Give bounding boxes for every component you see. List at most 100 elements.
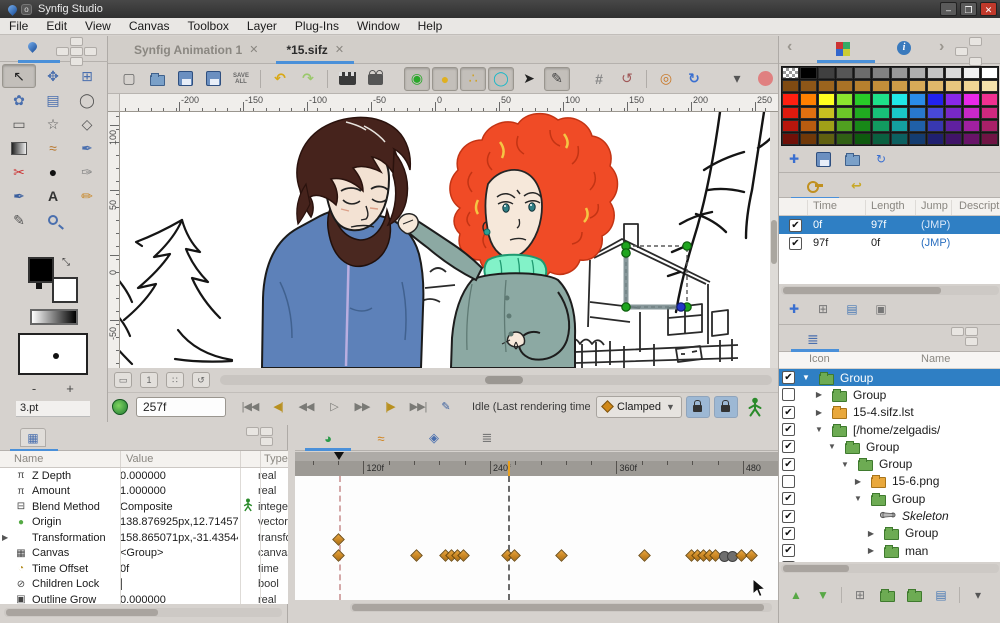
- keyframe-jump-link[interactable]: (JMP): [921, 237, 950, 249]
- parameter-row[interactable]: ▦Canvas<Group>canvas: [0, 546, 288, 562]
- keyframe-row[interactable]: ✔0f97f(JMP): [779, 216, 1000, 234]
- keyframe-row[interactable]: ✔97f0f(JMP): [779, 234, 1000, 252]
- waypoint[interactable]: [410, 549, 423, 562]
- color-swatch[interactable]: [782, 107, 799, 119]
- dock-layout-widget[interactable]: [246, 427, 273, 446]
- layers-scrollbar[interactable]: [781, 564, 999, 573]
- onion-skin-button[interactable]: ◎: [653, 67, 679, 91]
- width-decrease-button[interactable]: -: [26, 381, 42, 396]
- color-swatch[interactable]: [981, 93, 998, 105]
- gradient-tool[interactable]: [2, 136, 36, 160]
- color-swatch[interactable]: [800, 67, 817, 79]
- smooth-move-tool[interactable]: ✥: [36, 64, 70, 88]
- group-layer-button[interactable]: [878, 586, 896, 604]
- document-tab[interactable]: Synfig Animation 1✕: [120, 36, 272, 64]
- expander-icon[interactable]: ▼: [801, 373, 811, 382]
- color-swatch[interactable]: [854, 93, 871, 105]
- swap-colors-icon[interactable]: ⤡: [62, 257, 70, 268]
- toggle-tangent-handles-button[interactable]: ∴: [460, 67, 486, 91]
- layer-checkbox[interactable]: ✔: [782, 406, 795, 419]
- color-swatch[interactable]: [927, 120, 944, 132]
- dock-layout-widget[interactable]: [955, 37, 982, 66]
- cutout-tool[interactable]: ✂: [2, 160, 36, 184]
- rectangle-tool[interactable]: ▭: [2, 112, 36, 136]
- current-time-field[interactable]: [136, 397, 226, 417]
- toggle-rendering-button[interactable]: ▭: [114, 372, 132, 388]
- handle-blue[interactable]: [677, 303, 685, 311]
- color-swatch[interactable]: [818, 67, 835, 79]
- color-swatch[interactable]: [891, 120, 908, 132]
- expander-icon[interactable]: ▼: [840, 460, 850, 469]
- layer-checkbox[interactable]: ✔: [782, 527, 795, 540]
- seek-begin-button[interactable]: |◀◀: [236, 397, 264, 417]
- save-palette-button[interactable]: [814, 150, 832, 168]
- layers-tab-icon[interactable]: ≣: [807, 331, 819, 348]
- color-swatch[interactable]: [800, 133, 817, 145]
- menu-edit[interactable]: Edit: [37, 18, 76, 34]
- refresh-canvas-button[interactable]: ↻: [681, 67, 707, 91]
- color-swatch[interactable]: [909, 120, 926, 132]
- text-tool[interactable]: A: [36, 184, 70, 208]
- layer-checkbox[interactable]: [782, 388, 795, 401]
- color-swatch[interactable]: [963, 93, 980, 105]
- menu-help[interactable]: Help: [409, 18, 452, 34]
- color-swatch[interactable]: [782, 80, 799, 92]
- low-res-button[interactable]: 1: [140, 372, 158, 388]
- tab-timetrack[interactable]: ◕: [313, 428, 343, 448]
- remove-keyframe-button[interactable]: ▤: [843, 300, 861, 318]
- layer-row[interactable]: ▶Group: [779, 386, 1000, 403]
- refresh-view-button[interactable]: ↺: [192, 372, 210, 388]
- waypoint[interactable]: [638, 549, 651, 562]
- layer-row[interactable]: ✔▼Group: [779, 455, 1000, 472]
- color-swatch[interactable]: [818, 107, 835, 119]
- scale-tool[interactable]: ✿: [2, 88, 36, 112]
- layer-row[interactable]: ✔▼Group: [779, 490, 1000, 507]
- line-width-field[interactable]: 3.pt: [16, 401, 90, 417]
- color-swatch[interactable]: [854, 133, 871, 145]
- more-options-button[interactable]: ▾: [724, 67, 750, 91]
- color-swatch[interactable]: [945, 80, 962, 92]
- color-swatch[interactable]: [818, 120, 835, 132]
- brush-tool[interactable]: ✒: [2, 184, 36, 208]
- selection-overlay[interactable]: [622, 242, 691, 311]
- color-swatch[interactable]: [927, 80, 944, 92]
- color-swatch[interactable]: [836, 67, 853, 79]
- layer-row[interactable]: ✔▼Group: [779, 438, 1000, 455]
- seek-prev-keyframe-button[interactable]: ◀|: [264, 397, 292, 417]
- layer-row[interactable]: ✔▼Group: [779, 369, 1000, 386]
- spline-tool[interactable]: ≈: [36, 136, 70, 160]
- color-swatch[interactable]: [909, 80, 926, 92]
- draw-tool[interactable]: ✒: [70, 136, 104, 160]
- menu-plugins[interactable]: Plug-Ins: [286, 18, 348, 34]
- waypoint[interactable]: [746, 549, 759, 562]
- width-increase-button[interactable]: +: [62, 381, 78, 396]
- expander-icon[interactable]: ▼: [853, 494, 863, 503]
- color-swatch[interactable]: [945, 67, 962, 79]
- color-swatch[interactable]: [963, 80, 980, 92]
- parameter-row[interactable]: ⊟Blend MethodCompositeinteger: [0, 499, 288, 515]
- dock-next-icon[interactable]: ›: [939, 38, 944, 56]
- timetrack-scrollbar[interactable]: [350, 603, 772, 612]
- tab-metadata[interactable]: ◈: [419, 428, 449, 448]
- save-all-button[interactable]: SAVE ALL: [228, 67, 254, 91]
- layer-row[interactable]: [779, 559, 1000, 562]
- color-swatch[interactable]: [854, 107, 871, 119]
- color-swatch[interactable]: [782, 93, 799, 105]
- time-cursor-mark[interactable]: [508, 461, 510, 476]
- parameter-row[interactable]: πZ Depth0.000000real: [0, 468, 288, 484]
- star-tool[interactable]: ☆: [36, 112, 70, 136]
- waypoint[interactable]: [332, 533, 345, 546]
- paintbrush-tool[interactable]: ✎: [2, 208, 36, 232]
- time-ruler[interactable]: 120f240f360f480: [295, 461, 778, 476]
- duplicate-keyframe-button[interactable]: ⊞: [814, 300, 832, 318]
- color-swatch[interactable]: [909, 93, 926, 105]
- color-swatch[interactable]: [782, 120, 799, 132]
- reset-colors-icon[interactable]: [36, 283, 42, 289]
- layer-checkbox[interactable]: ✔: [782, 510, 795, 523]
- color-swatch[interactable]: [891, 67, 908, 79]
- lock-past-keyframe-button[interactable]: [686, 396, 710, 418]
- color-swatch[interactable]: [872, 107, 889, 119]
- color-swatch[interactable]: [818, 133, 835, 145]
- color-swatch[interactable]: [891, 133, 908, 145]
- polygon-tool[interactable]: ◇: [70, 112, 104, 136]
